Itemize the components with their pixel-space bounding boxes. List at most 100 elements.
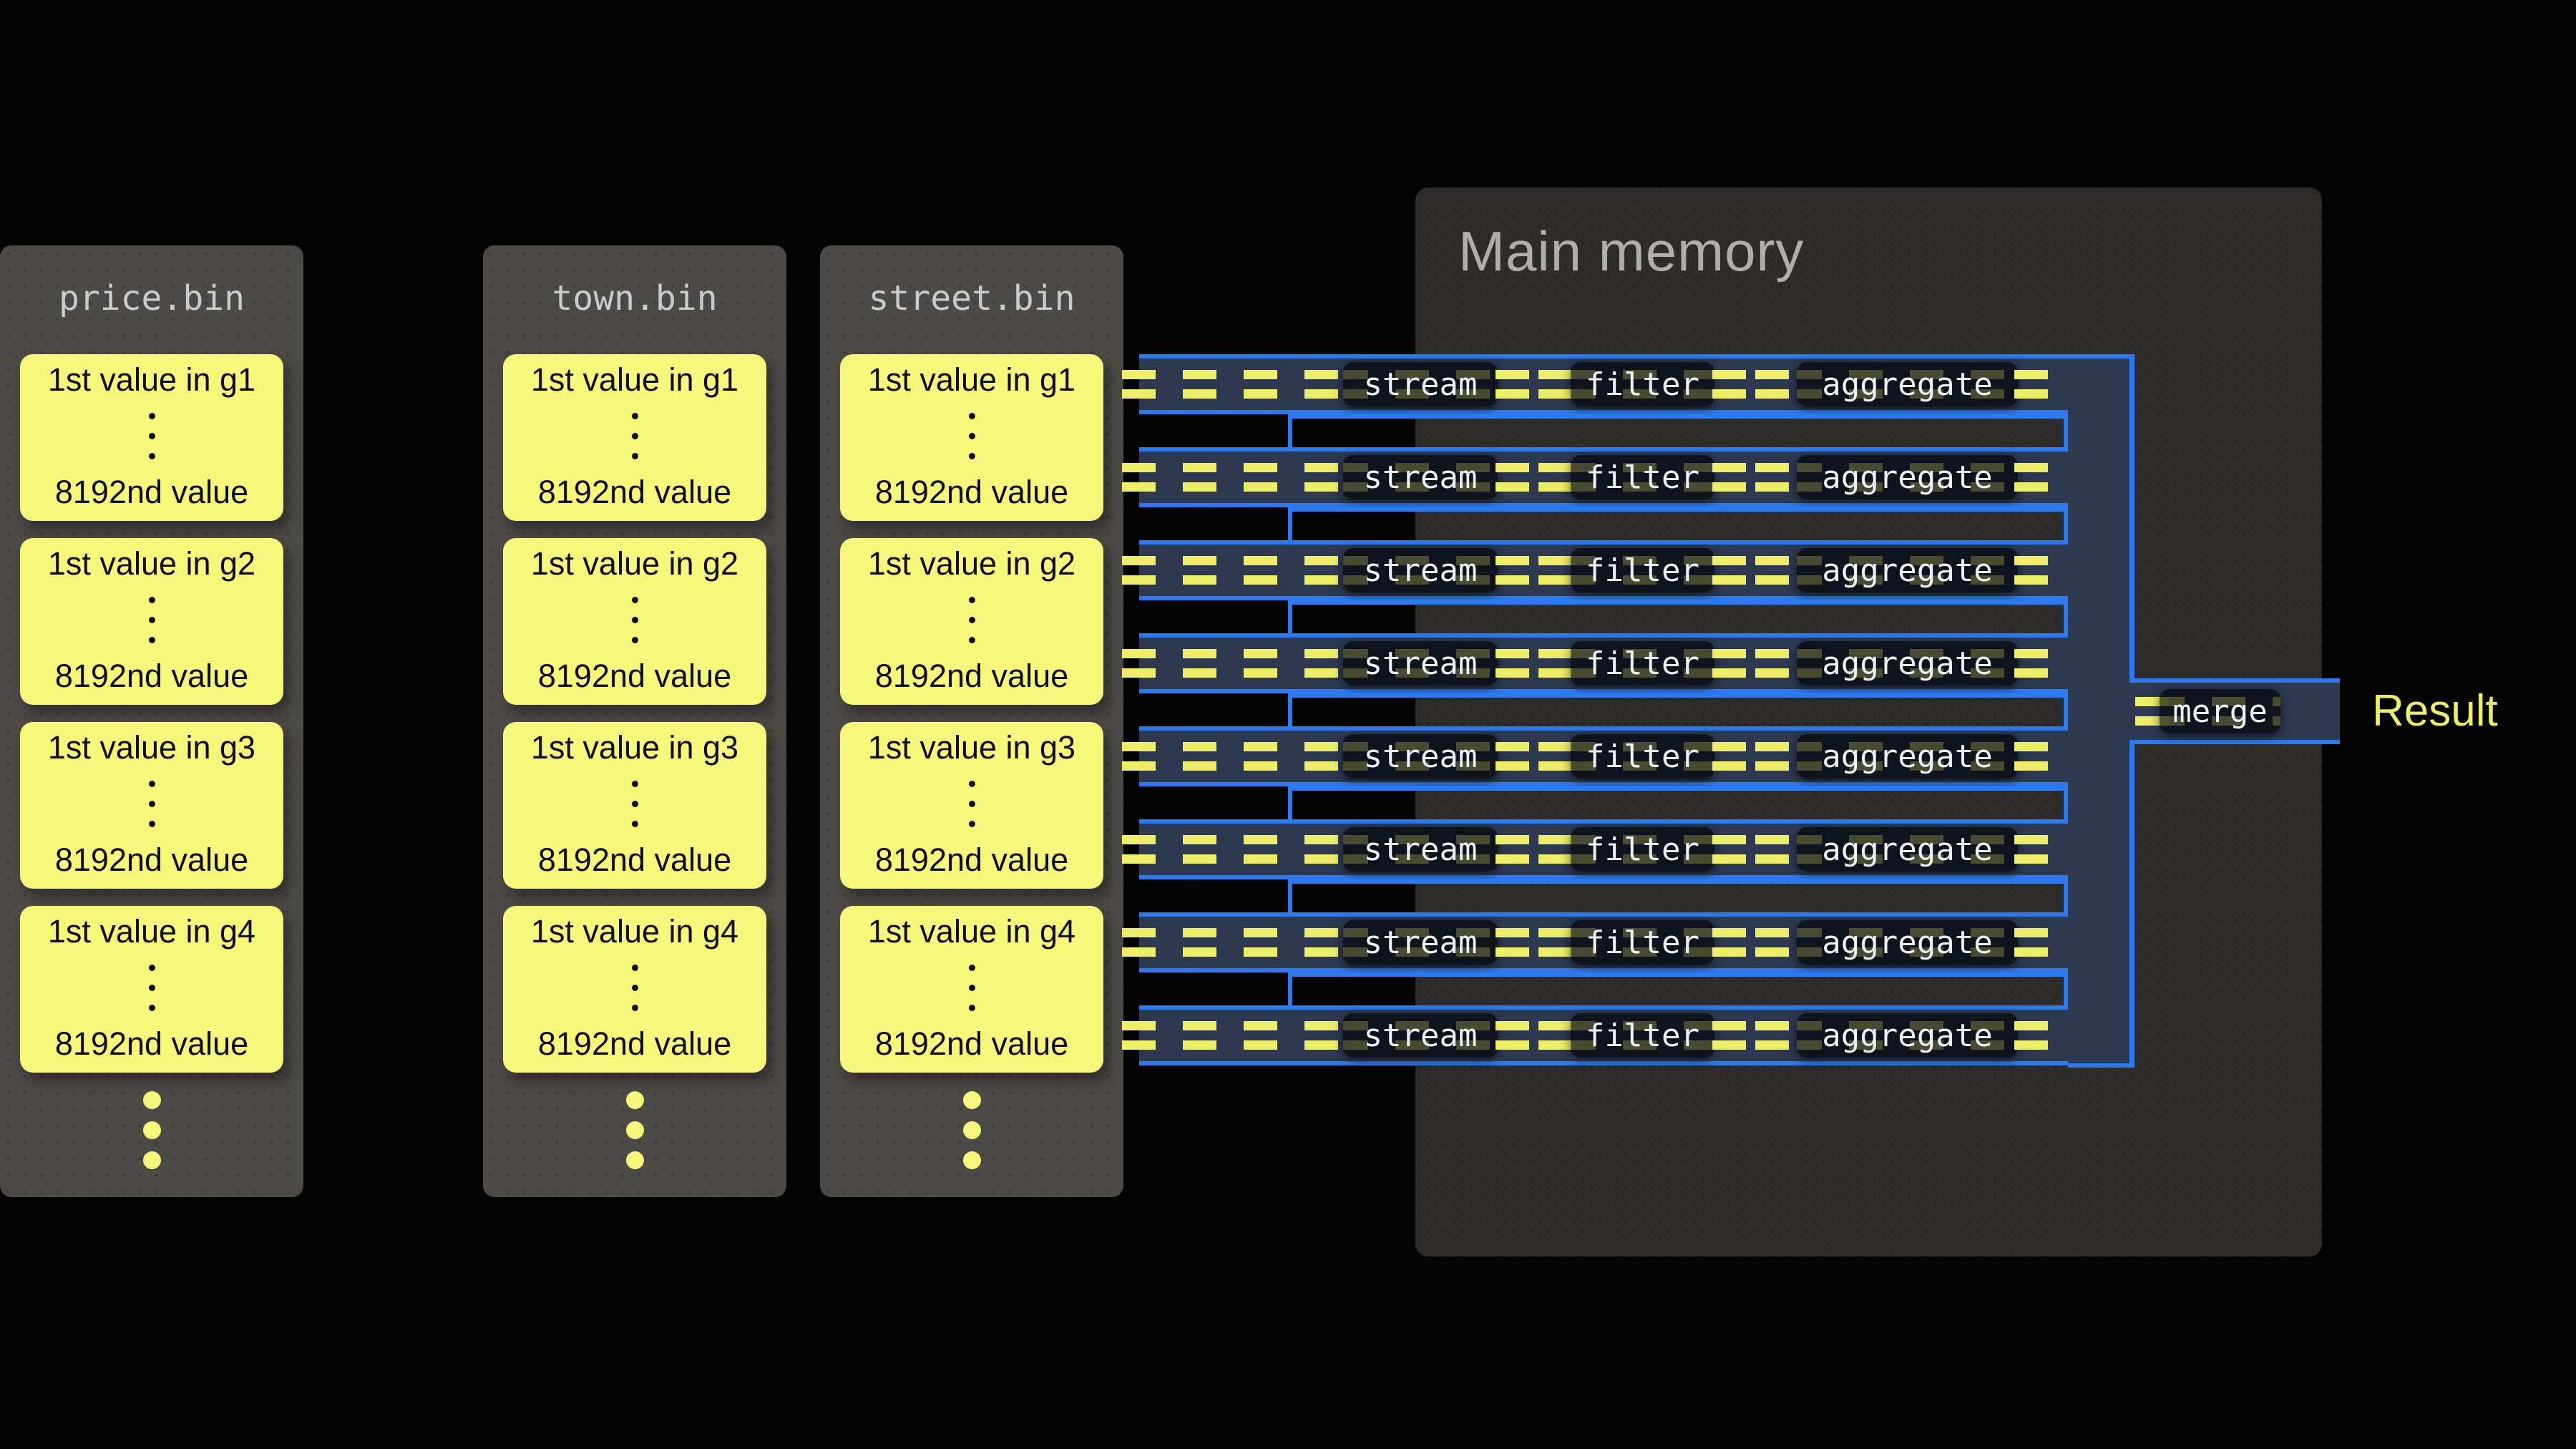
stream-operator-label: stream [1364, 552, 1478, 589]
data-dash-icon [1755, 556, 1789, 585]
stream-operator-label: stream [1364, 1018, 1478, 1054]
aggregate-operator-label: aggregate [1822, 831, 1992, 868]
data-dash-icon [1304, 556, 1338, 585]
data-dash-icon [1755, 370, 1789, 399]
data-dash-icon [1183, 1021, 1216, 1050]
data-dash-icon [1244, 835, 1277, 864]
main-memory-title: Main memory [1458, 219, 1804, 284]
bus-right-edge [2129, 354, 2135, 678]
vertical-ellipsis-icon [149, 413, 155, 459]
card-first-value: 1st value in g1 [868, 361, 1075, 399]
filter-operator-box: filter [1571, 734, 1714, 779]
data-dash-icon [1304, 742, 1338, 771]
value-group-card: 1st value in g4 8192nd value [840, 906, 1103, 1073]
vertical-ellipsis-icon [632, 597, 638, 643]
data-dash-icon [1496, 370, 1529, 399]
data-dash-icon [1244, 463, 1277, 492]
aggregate-operator-box: aggregate [1797, 548, 2018, 592]
data-dash-icon [1304, 463, 1338, 492]
data-dash-icon [1538, 1021, 1572, 1050]
filter-operator-label: filter [1586, 1018, 1699, 1054]
stream-operator-label: stream [1364, 645, 1478, 682]
filter-operator-label: filter [1586, 459, 1699, 496]
data-dash-icon [1122, 556, 1156, 585]
value-group-card: 1st value in g1 8192nd value [503, 354, 766, 521]
stream-operator-label: stream [1364, 924, 1478, 961]
data-dash-icon [1183, 742, 1216, 771]
result-label: Result [2372, 686, 2498, 736]
card-last-value: 8192nd value [55, 474, 248, 511]
data-dash-icon [2014, 649, 2048, 678]
stream-operator-box: stream [1343, 734, 1498, 779]
card-last-value: 8192nd value [538, 841, 731, 879]
data-dash-icon [1183, 928, 1216, 957]
card-first-value: 1st value in g3 [868, 729, 1075, 766]
data-dash-icon [1496, 742, 1529, 771]
data-dash-icon [1712, 370, 1746, 399]
data-dash-icon [2014, 463, 2048, 492]
data-dash-icon [1496, 463, 1529, 492]
value-card-list: 1st value in g1 8192nd value 1st value i… [0, 245, 303, 1197]
data-dash-icon [1755, 463, 1789, 492]
data-dash-icon [1304, 649, 1338, 678]
merge-operator-box: merge [2160, 689, 2280, 733]
pipeline-lane: stream filter aggregate [1139, 447, 2068, 507]
aggregate-operator-label: aggregate [1822, 366, 1992, 403]
card-last-value: 8192nd value [538, 474, 731, 511]
data-dash-icon [1712, 556, 1746, 585]
data-dash-icon [1496, 556, 1529, 585]
data-dash-icon [1244, 1021, 1277, 1050]
card-first-value: 1st value in g4 [48, 913, 255, 950]
filter-operator-box: filter [1571, 362, 1714, 406]
vertical-ellipsis-icon [632, 781, 638, 827]
aggregate-operator-label: aggregate [1822, 738, 1992, 775]
data-dash-icon [1755, 742, 1789, 771]
data-dash-icon [1122, 928, 1156, 957]
data-dash-icon [2014, 742, 2048, 771]
data-dash-icon [1712, 649, 1746, 678]
aggregate-operator-box: aggregate [1797, 827, 2018, 872]
data-dash-icon [1755, 928, 1789, 957]
card-first-value: 1st value in g3 [531, 729, 738, 766]
stream-operator-label: stream [1364, 738, 1478, 775]
filter-operator-label: filter [1586, 645, 1699, 682]
stream-operator-label: stream [1364, 366, 1478, 403]
filter-operator-label: filter [1586, 738, 1699, 775]
card-last-value: 8192nd value [875, 658, 1068, 695]
filter-operator-box: filter [1571, 455, 1714, 499]
aggregate-operator-box: aggregate [1797, 641, 2018, 686]
value-card-list: 1st value in g1 8192nd value 1st value i… [820, 245, 1123, 1197]
aggregate-operator-box: aggregate [1797, 1013, 2018, 1058]
filter-operator-label: filter [1586, 366, 1699, 403]
vertical-ellipsis-icon [632, 965, 638, 1011]
filter-operator-label: filter [1586, 831, 1699, 868]
aggregate-operator-label: aggregate [1822, 459, 1992, 496]
card-first-value: 1st value in g4 [531, 913, 738, 950]
value-group-card: 1st value in g2 8192nd value [20, 538, 283, 705]
filter-operator-box: filter [1571, 641, 1714, 686]
data-dash-icon [1712, 835, 1746, 864]
data-dash-icon [2014, 928, 2048, 957]
file-panel: town.bin 1st value in g1 8192nd value 1s… [483, 245, 786, 1197]
data-dash-icon [1538, 463, 1572, 492]
diagram-canvas: Main memory town.bin 1st value in g1 819… [0, 0, 2576, 1449]
bus-right-edge [2129, 744, 2135, 1068]
data-dash-icon [1183, 370, 1216, 399]
stream-operator-label: stream [1364, 831, 1478, 868]
data-dash-icon [1183, 649, 1216, 678]
more-groups-ellipsis-icon [820, 1091, 1123, 1169]
card-last-value: 8192nd value [875, 841, 1068, 879]
data-dash-icon [1244, 928, 1277, 957]
vertical-ellipsis-icon [969, 965, 975, 1011]
pipeline-lane: stream filter aggregate [1139, 354, 2068, 414]
vertical-ellipsis-icon [969, 413, 975, 459]
file-panel: price.bin 1st value in g1 8192nd value 1… [0, 245, 303, 1197]
data-dash-icon [1304, 1021, 1338, 1050]
pipeline-lane: stream filter aggregate [1139, 540, 2068, 600]
data-dash-icon [1122, 1021, 1156, 1050]
data-dash-icon [1755, 649, 1789, 678]
data-dash-icon [1496, 1021, 1529, 1050]
pipeline-lane: stream filter aggregate [1139, 726, 2068, 786]
value-group-card: 1st value in g4 8192nd value [503, 906, 766, 1073]
data-dash-icon [1122, 835, 1156, 864]
